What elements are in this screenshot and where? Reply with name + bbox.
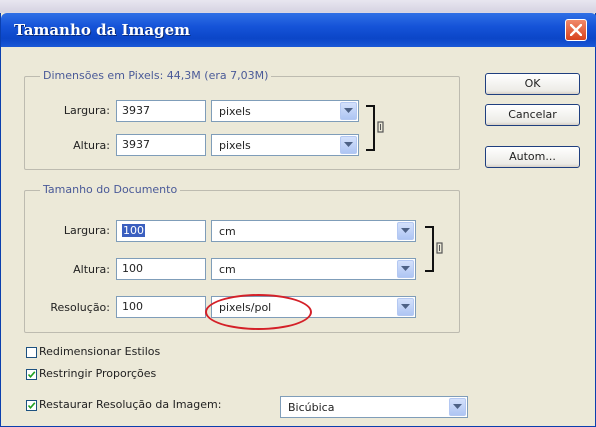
background-strip <box>0 0 596 12</box>
close-button[interactable] <box>565 19 587 41</box>
doc-width-value: 100 <box>122 224 145 237</box>
checkbox-box[interactable] <box>26 347 37 358</box>
dropdown-arrow-icon[interactable] <box>340 102 357 120</box>
doc-width-field[interactable]: 100 <box>116 220 206 242</box>
pixel-width-field[interactable]: 3937 <box>116 100 206 122</box>
dropdown-arrow-icon[interactable] <box>397 260 414 278</box>
title-bar[interactable]: Tamanho da Imagem <box>1 13 596 47</box>
pixel-width-unit-select[interactable]: pixels <box>211 100 359 122</box>
doc-height-label: Altura: <box>73 263 110 276</box>
window-title: Tamanho da Imagem <box>14 21 191 39</box>
pixel-height-unit: pixels <box>219 139 251 152</box>
document-size-title: Tamanho do Documento <box>40 183 181 196</box>
auto-button[interactable]: Autom... <box>485 146 580 168</box>
dropdown-arrow-icon[interactable] <box>340 136 357 154</box>
resample-method-select[interactable]: Bicúbica <box>280 396 468 418</box>
close-icon <box>570 24 582 36</box>
pixel-height-label: Altura: <box>73 139 110 152</box>
check-icon <box>27 402 36 410</box>
chain-link-icon <box>366 105 384 151</box>
pixel-dimensions-title: Dimensões em Pixels: 44,3M (era 7,03M) <box>40 69 272 82</box>
dropdown-arrow-icon[interactable] <box>397 298 414 316</box>
chain-link-icon <box>425 226 443 272</box>
doc-height-unit-select[interactable]: cm <box>211 258 416 280</box>
doc-width-unit-select[interactable]: cm <box>211 220 416 242</box>
resample-method: Bicúbica <box>288 401 335 414</box>
pixel-width-label: Largura: <box>63 104 110 117</box>
checkbox-box[interactable] <box>26 400 37 411</box>
pixel-height-field[interactable]: 3937 <box>116 134 206 156</box>
ok-button[interactable]: OK <box>485 73 580 95</box>
doc-height-unit: cm <box>219 263 236 276</box>
dropdown-arrow-icon[interactable] <box>449 398 466 416</box>
red-ellipse-annotation <box>205 294 312 330</box>
pixel-width-unit: pixels <box>219 105 251 118</box>
constrain-proportions-label: Restringir Proporções <box>39 367 157 380</box>
doc-width-unit: cm <box>219 225 236 238</box>
resample-label: Restaurar Resolução da Imagem: <box>39 398 222 411</box>
checkbox-box[interactable] <box>26 369 37 380</box>
resolution-label: Resolução: <box>50 301 110 314</box>
scale-styles-label: Redimensionar Estilos <box>39 345 161 358</box>
resolution-field[interactable]: 100 <box>116 296 206 318</box>
doc-width-label: Largura: <box>63 224 110 237</box>
cancel-button[interactable]: Cancelar <box>485 104 580 126</box>
doc-height-field[interactable]: 100 <box>116 258 206 280</box>
check-icon <box>27 371 36 379</box>
dropdown-arrow-icon[interactable] <box>397 222 414 240</box>
pixel-height-unit-select[interactable]: pixels <box>211 134 359 156</box>
